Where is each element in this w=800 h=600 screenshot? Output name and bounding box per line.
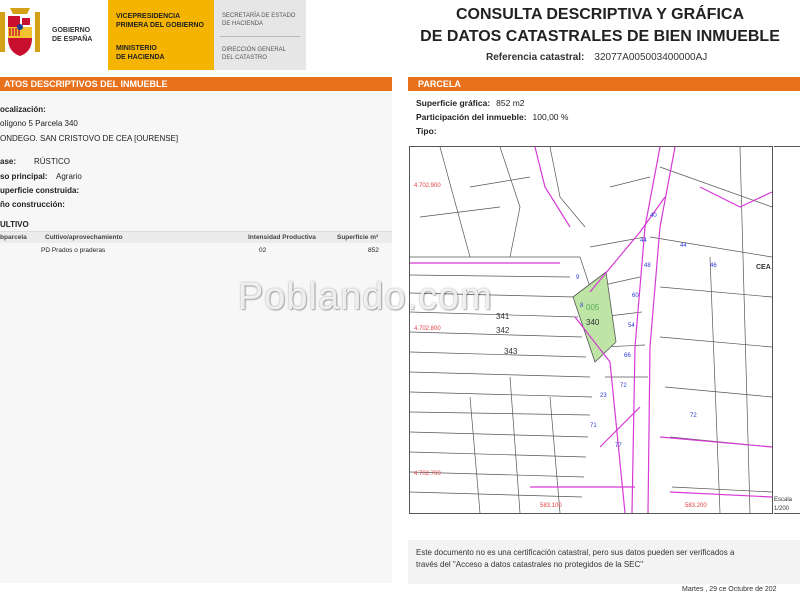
map-point-label: 77	[615, 443, 622, 449]
vicepresidencia-line2: PRIMERA DEL GOBIERNO	[116, 22, 204, 29]
title-line1: CONSULTA DESCRIPTIVA Y GRÁFICA	[455, 6, 744, 23]
coord-n1: 4.702.900	[414, 183, 441, 189]
superficie-grafica: Superficie gráfica: 852 m2	[416, 98, 525, 108]
map-point-label: 40	[650, 213, 657, 219]
cell-cultivo: PD Prados o praderas	[41, 247, 106, 254]
title-line2: DE DATOS CATASTRALES DE BIEN INMUEBLE	[420, 28, 780, 45]
localizacion-label: ocalización:	[0, 105, 46, 114]
ministry-banner: VICEPRESIDENCIA PRIMERA DEL GOBIERNO MIN…	[108, 0, 214, 70]
cell-intensidad: 02	[259, 247, 267, 254]
ref-value: 32077A005003400000AJ	[594, 52, 708, 63]
map-point-label: 54	[628, 323, 635, 329]
logo-text-line2: DE ESPAÑA	[52, 36, 93, 43]
map-point-label: 44	[640, 238, 647, 244]
col-cultivo: Cultivo/aprovechamiento	[45, 234, 123, 241]
direccion-line2: DEL CATASTRO	[222, 55, 267, 61]
cultivo-table-header: bparcela Cultivo/aprovechamiento Intensi…	[0, 231, 392, 243]
disclaimer-line1: Este documento no es una certificación c…	[416, 548, 735, 557]
coat-of-arms-icon	[0, 8, 40, 56]
scale-label: Escala	[774, 497, 793, 503]
map-point-label: 71	[590, 423, 597, 429]
table-row: PD Prados o praderas 02 852	[0, 245, 392, 257]
parcel-341-label: 341	[496, 312, 510, 321]
descriptive-data-header: ATOS DESCRIPTIVOS DEL INMUEBLE	[0, 77, 392, 91]
document-date: Martes , 29 ce Octubre de 202	[682, 586, 777, 593]
uso-value: Agrario	[56, 172, 82, 181]
descriptive-data-panel: ocalización: olígono 5 Parcela 340 ONDEG…	[0, 91, 392, 583]
cadastral-map[interactable]: 40 44 48 60 54 66 72 23 71 77 44 46 72 9…	[409, 146, 773, 514]
tipo: Tipo:	[416, 126, 443, 136]
map-point-label: 46	[710, 263, 717, 269]
parcel-342-label: 342	[496, 326, 510, 335]
parcel-340-highlight	[572, 271, 617, 363]
localizacion-line1: olígono 5 Parcela 340	[0, 119, 78, 128]
ministerio-line1: MINISTERIO	[116, 45, 157, 52]
uso-label: so principal:	[0, 172, 48, 181]
government-logo: GOBIERNO DE ESPAÑA	[0, 0, 108, 70]
coord-n2: 4.702.800	[414, 326, 441, 332]
sup-label: Superficie gráfica:	[416, 98, 491, 108]
parcela-header: PARCELA	[408, 77, 800, 91]
sup-value: 852 m2	[496, 98, 525, 108]
col-intensidad: Intensidad Productiva	[248, 234, 316, 241]
cell-superficie: 852	[368, 247, 379, 254]
map-point-label: 66	[624, 353, 631, 359]
coord-e1: 583.100	[540, 503, 562, 509]
scale-value: 1/200	[774, 506, 790, 512]
coord-e2: 583.200	[685, 503, 707, 509]
disclaimer-line2: través del "Acceso a datos catastrales n…	[416, 560, 644, 569]
parcel-005-label: 005	[586, 303, 600, 312]
col-subparcela: bparcela	[0, 234, 27, 241]
participacion: Participación del inmueble: 100,00 %	[416, 112, 568, 122]
secretaria-line1: SECRETARÍA DE ESTADO	[222, 13, 296, 19]
cadastral-reference: Referencia catastral: 32077A005003400000A…	[486, 52, 707, 63]
disclaimer-box: Este documento no es una certificación c…	[408, 540, 800, 584]
document-title: CONSULTA DESCRIPTIVA Y GRÁFICA DE DATOS …	[404, 4, 796, 48]
superficie-construida-label: uperficie construida:	[0, 186, 80, 195]
tipo-label: Tipo:	[416, 126, 437, 136]
map-point-label: 60	[632, 293, 639, 299]
map-point-label: 23	[600, 393, 607, 399]
map-point-label: 48	[644, 263, 651, 269]
ministerio-line2: DE HACIENDA	[116, 54, 165, 61]
map-point-label: 44	[680, 243, 687, 249]
anio-construccion-label: ño construcción:	[0, 200, 65, 209]
parcel-343-label: 343	[504, 347, 518, 356]
cadastral-map-drawing: 40 44 48 60 54 66 72 23 71 77 44 46 72 9…	[409, 146, 773, 514]
col-superficie: Superficie m²	[337, 234, 379, 241]
coord-n3: 4.702.700	[414, 471, 441, 477]
watermark: Poblando.com	[238, 276, 493, 318]
logo-text-line1: GOBIERNO	[52, 27, 91, 34]
map-point-label: 9	[576, 275, 580, 281]
map-point-label: 72	[690, 413, 697, 419]
secretaria-line2: DE HACIENDA	[222, 21, 264, 27]
ref-label: Referencia catastral:	[486, 52, 585, 63]
map-scale-column: Escala 1/200	[774, 146, 800, 514]
secretariat-banner: SECRETARÍA DE ESTADO DE HACIENDA DIRECCI…	[214, 0, 306, 70]
place-cea-label: CEA	[756, 264, 771, 271]
map-point-label: 72	[620, 383, 627, 389]
localizacion-line2: ONDEGO. SAN CRISTOVO DE CEA [OURENSE]	[0, 134, 179, 143]
clase-value: RÚSTICO	[34, 157, 70, 166]
direccion-line1: DIRECCIÓN GENERAL	[222, 47, 287, 53]
cultivo-title: ULTIVO	[0, 220, 29, 229]
clase-label: ase:	[0, 157, 17, 166]
vicepresidencia-line1: VICEPRESIDENCIA	[116, 13, 181, 20]
part-value: 100,00 %	[532, 112, 569, 122]
banner-divider	[220, 36, 300, 37]
part-label: Participación del inmueble:	[416, 112, 527, 122]
parcel-340-label: 340	[586, 318, 600, 327]
